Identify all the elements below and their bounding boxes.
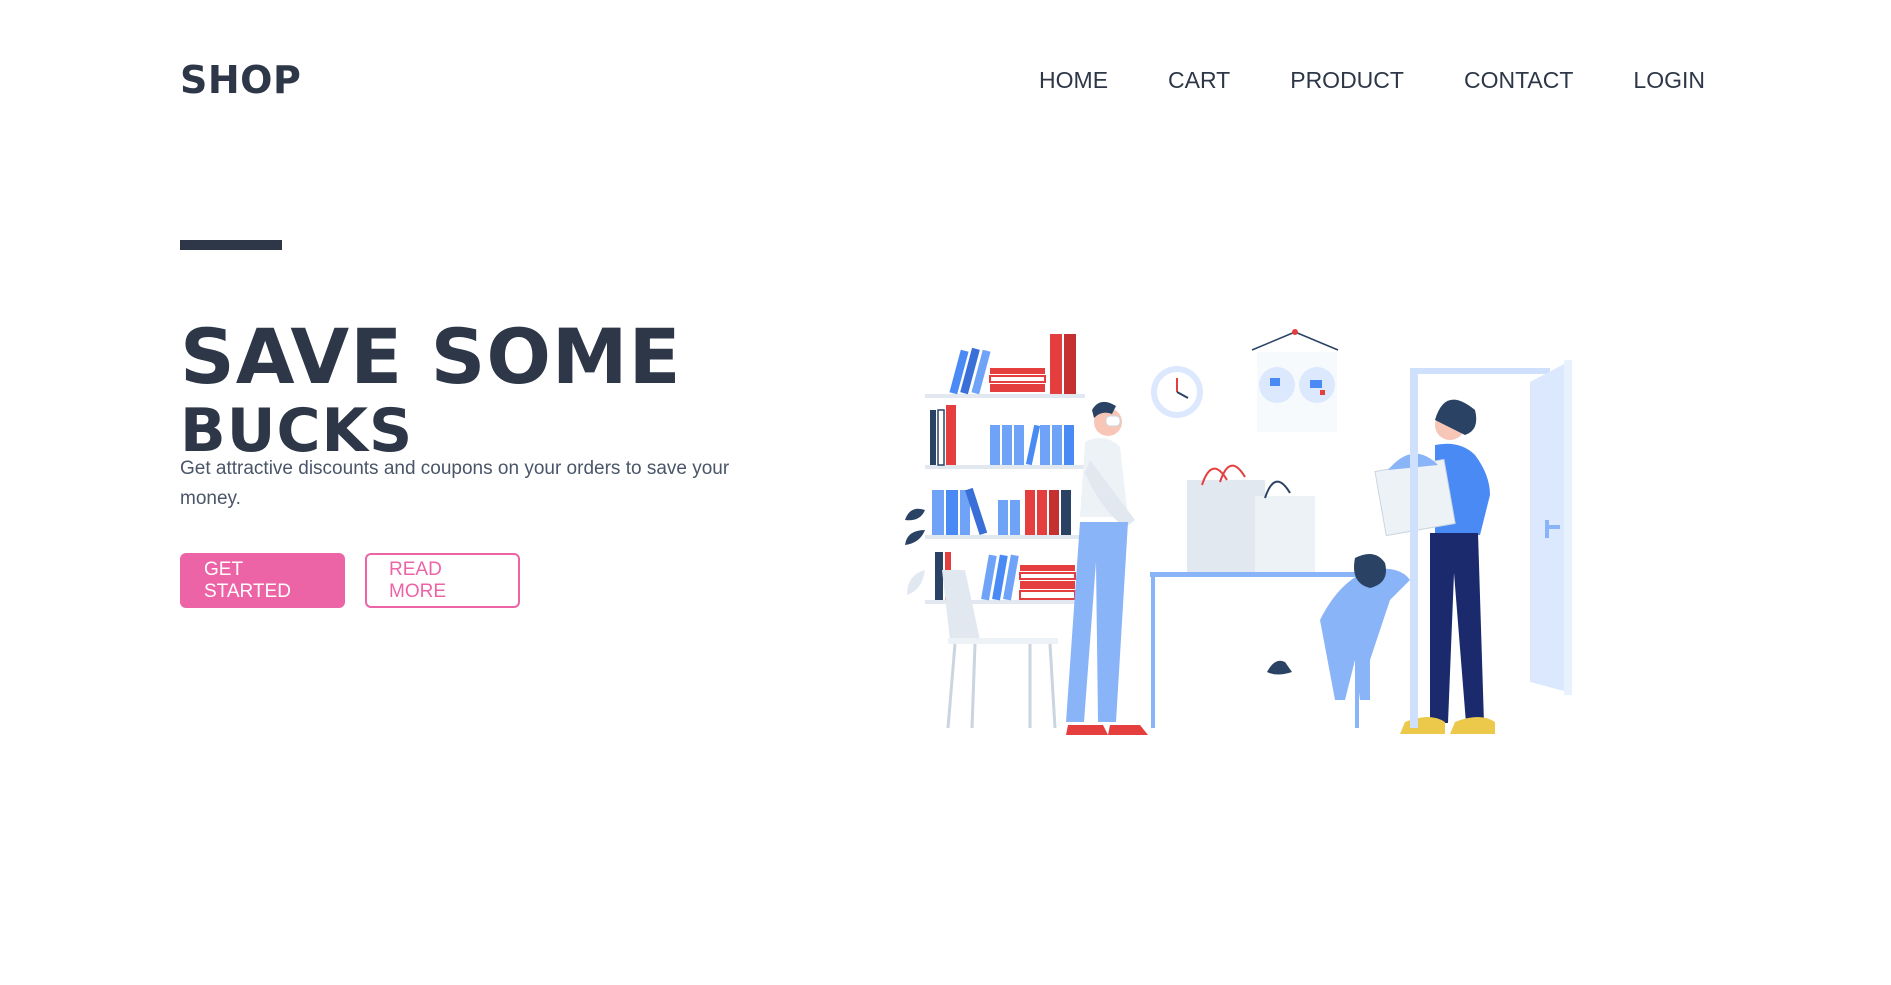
- site-header: SHOP HOME CART PRODUCT CONTACT LOGIN: [180, 55, 1705, 105]
- get-started-button[interactable]: GET STARTED: [180, 553, 345, 608]
- nav-contact[interactable]: CONTACT: [1464, 67, 1573, 94]
- hero-buttons: GET STARTED READ MORE: [180, 553, 520, 608]
- woman-figure: [1374, 399, 1495, 734]
- nav-home[interactable]: HOME: [1039, 67, 1108, 94]
- nav-product[interactable]: PRODUCT: [1290, 67, 1404, 94]
- landing-page: SHOP HOME CART PRODUCT CONTACT LOGIN SAV…: [0, 0, 1891, 985]
- nav-cart[interactable]: CART: [1168, 67, 1230, 94]
- wall-clock: [1151, 366, 1203, 418]
- hero-accent-bar: [180, 240, 282, 250]
- shop-illustration: [905, 329, 1572, 735]
- man-figure: [1066, 401, 1148, 735]
- hero-title-line1: SAVE SOME: [180, 312, 682, 401]
- site-logo[interactable]: SHOP: [180, 58, 301, 102]
- nav-login[interactable]: LOGIN: [1633, 67, 1705, 94]
- read-more-button[interactable]: READ MORE: [365, 553, 520, 608]
- hero-title: SAVE SOME BUCKS: [180, 312, 682, 467]
- shopping-bags: [1187, 464, 1315, 572]
- hero-description: Get attractive discounts and coupons on …: [180, 458, 730, 509]
- wall-poster: [1251, 329, 1339, 432]
- bookshelf: [905, 334, 1085, 604]
- main-nav: HOME CART PRODUCT CONTACT LOGIN: [1039, 67, 1705, 94]
